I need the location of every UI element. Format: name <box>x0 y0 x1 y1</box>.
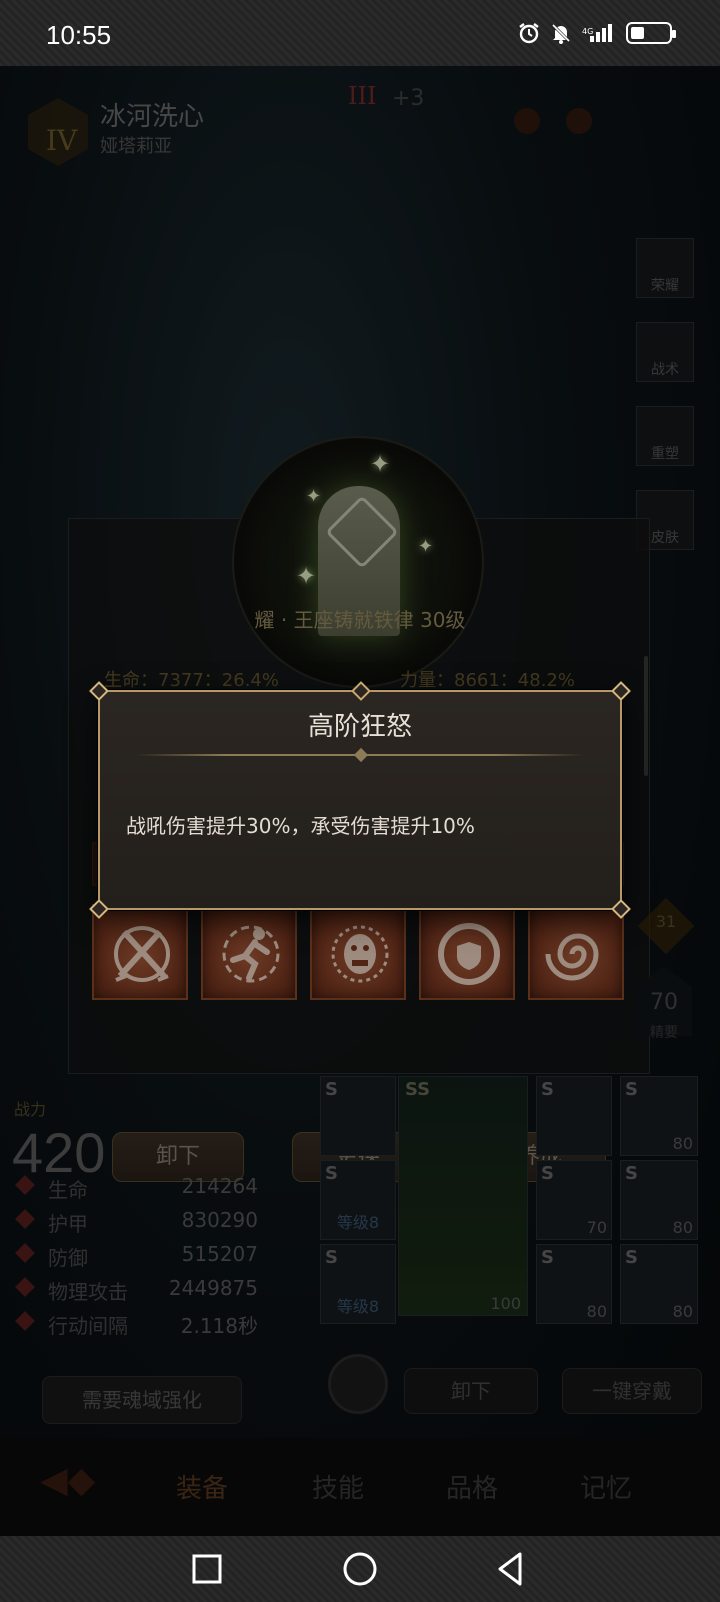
back-icon[interactable] <box>488 1546 534 1592</box>
status-icons: 4G <box>518 22 676 44</box>
signal-icon: 4G <box>582 22 616 44</box>
home-icon[interactable] <box>337 1546 383 1592</box>
status-time: 10:55 <box>46 20 112 50</box>
popup-divider-ornament <box>353 747 369 763</box>
mute-icon <box>550 22 572 44</box>
battery-fill <box>631 27 644 39</box>
svg-text:4G: 4G <box>582 27 593 36</box>
status-bar: 10:55 4G <box>0 0 720 66</box>
system-nav-bar <box>0 1536 720 1602</box>
alarm-icon <box>518 22 540 44</box>
battery-icon <box>626 22 676 44</box>
recents-icon[interactable] <box>184 1546 230 1592</box>
skill-tooltip-popup: 高阶狂怒 战吼伤害提升30%，承受伤害提升10% <box>89 681 631 919</box>
popup-description: 战吼伤害提升30%，承受伤害提升10% <box>126 814 475 838</box>
popup-title: 高阶狂怒 <box>307 712 412 742</box>
